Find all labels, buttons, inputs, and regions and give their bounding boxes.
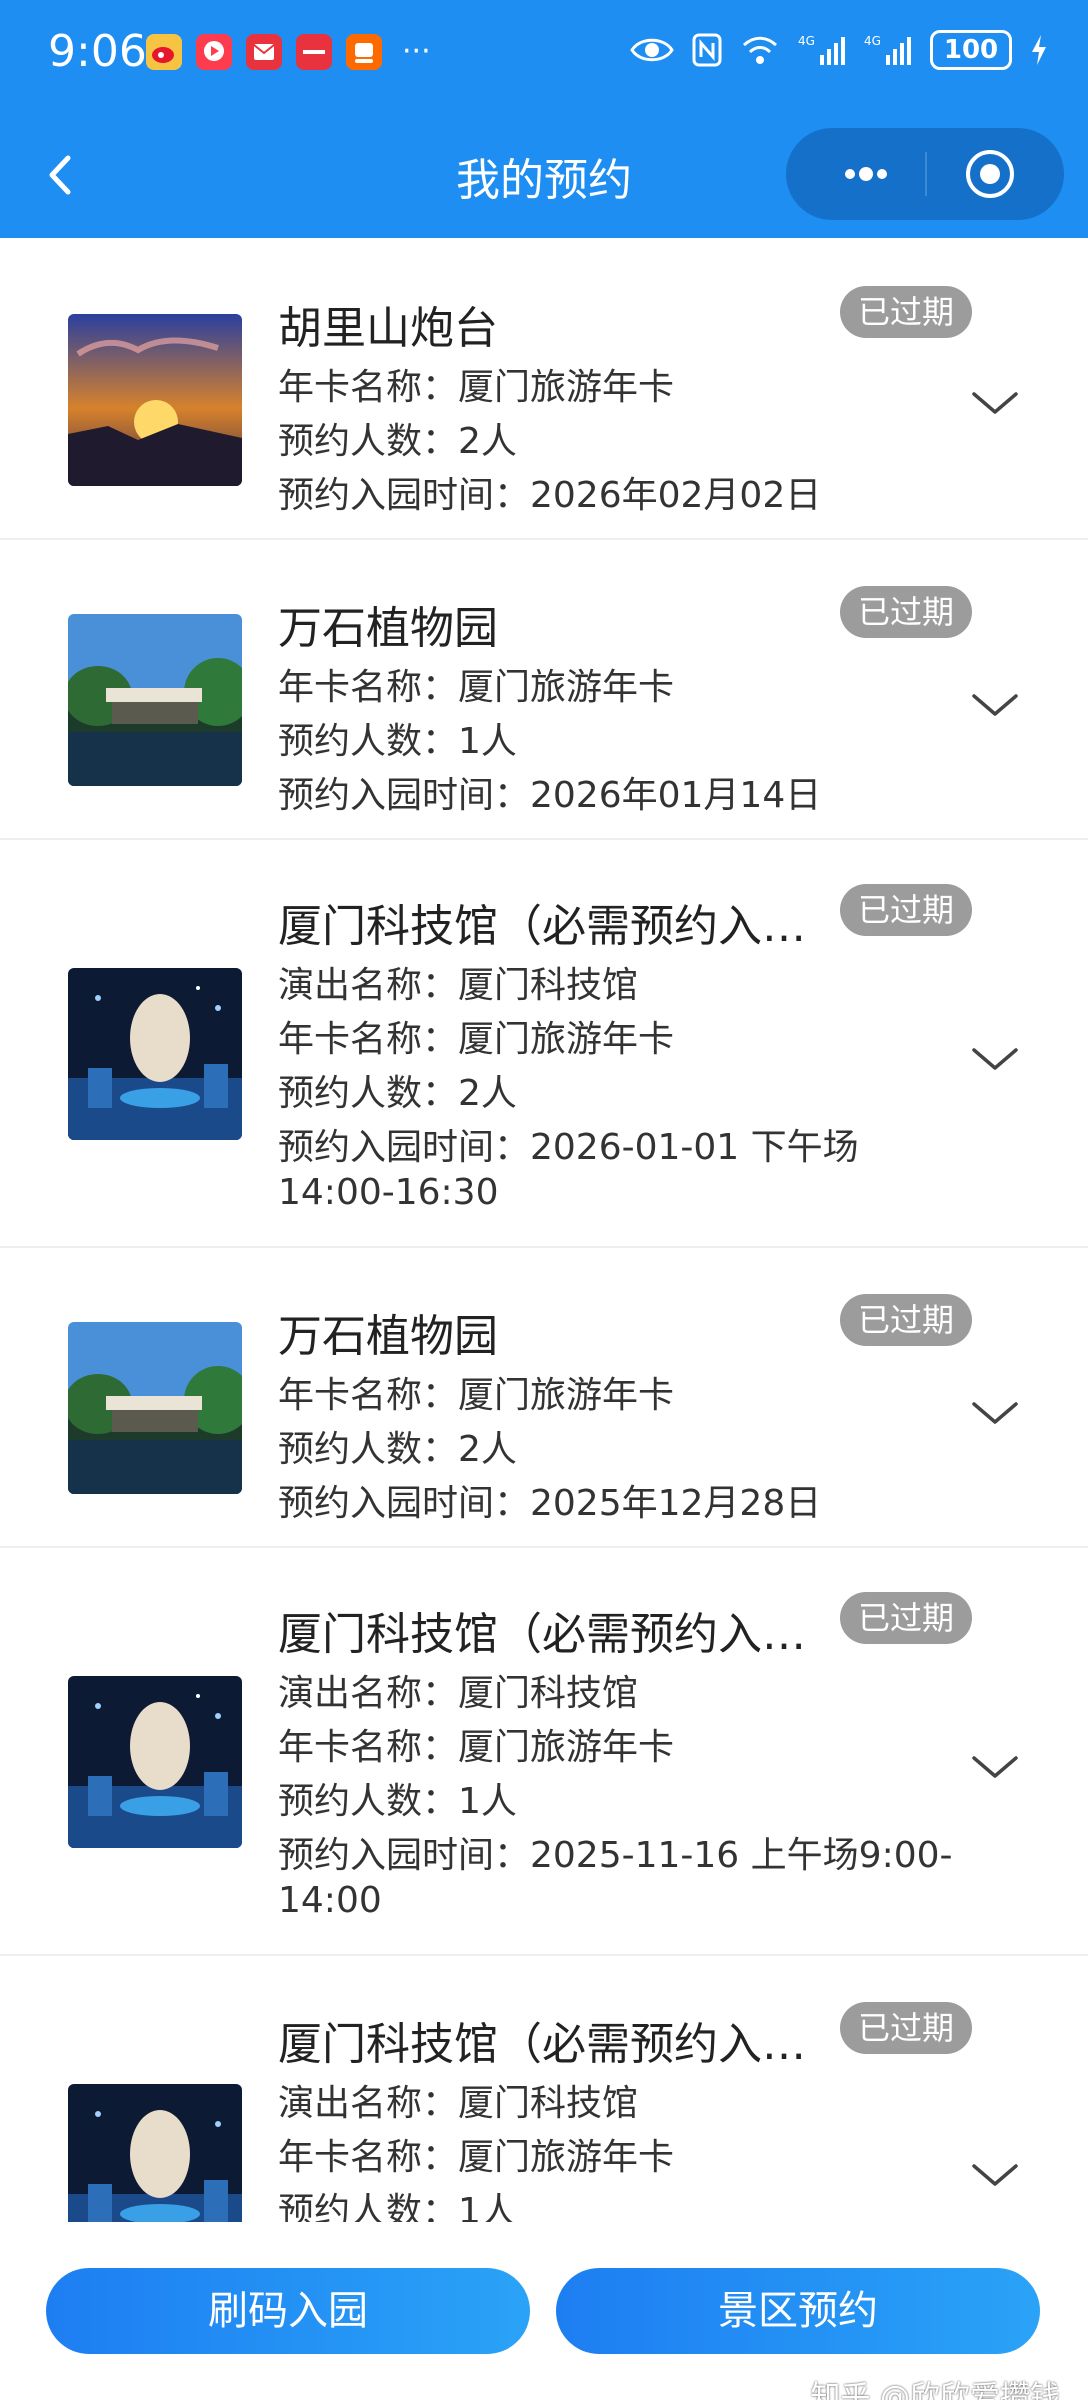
4g-signal-icon: 4G	[864, 34, 911, 65]
charging-icon	[1032, 35, 1046, 65]
reservation-card[interactable]: 万石植物园 已过期 年卡名称：厦门旅游年卡 预约人数：1人 预约入园时间：202…	[0, 540, 1088, 840]
close-mini-program-button[interactable]	[964, 148, 1016, 200]
reservation-title: 厦门科技馆（必需预约入…	[278, 901, 806, 952]
chevron-down-icon[interactable]	[970, 2160, 1020, 2190]
battery-indicator: 100	[930, 30, 1012, 70]
reservation-detail: 年卡名称：厦门旅游年卡	[278, 2137, 675, 2178]
reservation-detail: 预约入园时间：2025-11-16 上午场9:00-	[278, 1835, 953, 1876]
expired-badge: 已过期	[840, 586, 972, 638]
reservation-card[interactable]: 厦门科技馆（必需预约入… 已过期 演出名称：厦门科技馆 年卡名称：厦门旅游年卡 …	[0, 1956, 1088, 2223]
reservation-title: 万石植物园	[278, 603, 498, 654]
reservation-detail: 预约人数：2人	[278, 421, 517, 462]
nfc-icon	[692, 33, 722, 67]
reservation-detail: 演出名称：厦门科技馆	[278, 2083, 639, 2124]
status-bar: 9:06 ··· 4G 4G 100	[0, 0, 1088, 110]
4g-signal-icon: 4G	[798, 34, 845, 65]
chevron-down-icon[interactable]	[970, 1044, 1020, 1074]
reservation-detail: 预约入园时间：2026-01-01 下午场	[278, 1127, 859, 1168]
reservation-detail: 年卡名称：厦门旅游年卡	[278, 1375, 675, 1416]
chevron-down-icon[interactable]	[970, 388, 1020, 418]
top-bar: 9:06 ··· 4G 4G 100 我的预约	[0, 0, 1088, 238]
scenic-thumbnail	[68, 968, 242, 1140]
reservation-detail: 14:00-16:30	[278, 1172, 499, 1213]
expired-badge: 已过期	[840, 1294, 972, 1346]
chevron-down-icon[interactable]	[970, 690, 1020, 720]
scenic-thumbnail	[68, 2084, 242, 2223]
more-button[interactable]	[826, 148, 906, 200]
reservation-detail: 年卡名称：厦门旅游年卡	[278, 667, 675, 708]
huawei-app-icon	[296, 34, 332, 70]
reservation-detail: 14:00	[278, 1880, 382, 1921]
reservation-detail: 年卡名称：厦门旅游年卡	[278, 367, 675, 408]
bottom-action-bar: 刷码入园 景区预约 知乎 @欣欣爱攒钱	[0, 2222, 1088, 2400]
watermark: 知乎 @欣欣爱攒钱	[810, 2380, 1060, 2400]
svg-text:4G: 4G	[798, 34, 815, 48]
video-app-icon	[196, 34, 232, 70]
reservation-card[interactable]: 厦门科技馆（必需预约入… 已过期 演出名称：厦门科技馆 年卡名称：厦门旅游年卡 …	[0, 840, 1088, 1248]
reservation-title: 厦门科技馆（必需预约入…	[278, 2019, 806, 2070]
reservation-detail: 预约人数：1人	[278, 721, 517, 762]
status-time: 9:06	[48, 26, 147, 77]
target-icon	[966, 150, 1014, 198]
more-dots-icon	[845, 167, 887, 181]
reservation-detail: 演出名称：厦门科技馆	[278, 965, 639, 1006]
expired-badge: 已过期	[840, 286, 972, 338]
reservation-detail: 演出名称：厦门科技馆	[278, 1673, 639, 1714]
reservation-detail: 预约入园时间：2026年01月14日	[278, 775, 822, 816]
reservation-detail: 年卡名称：厦门旅游年卡	[278, 1727, 675, 1768]
reservations-page: 9:06 ··· 4G 4G 100 我的预约 胡里山炮台 已过期 年卡名称：厦…	[0, 0, 1088, 2400]
navigation-bar: 我的预约	[0, 110, 1088, 238]
expired-badge: 已过期	[840, 2002, 972, 2054]
scenic-thumbnail	[68, 314, 242, 486]
taobao-app-icon	[346, 34, 382, 70]
reservation-card[interactable]: 胡里山炮台 已过期 年卡名称：厦门旅游年卡 预约人数：2人 预约入园时间：202…	[0, 238, 1088, 540]
svg-text:4G: 4G	[864, 34, 881, 48]
status-indicators: 4G 4G 100	[630, 30, 1048, 70]
expired-badge: 已过期	[840, 884, 972, 936]
expired-badge: 已过期	[840, 1592, 972, 1644]
reservation-title: 胡里山炮台	[278, 303, 498, 354]
reservation-detail: 预约入园时间：2025年12月28日	[278, 1483, 822, 1524]
reservation-detail: 预约人数：2人	[278, 1073, 517, 1114]
scan-entry-button[interactable]: 刷码入园	[46, 2268, 530, 2354]
mini-program-capsule	[786, 128, 1064, 220]
reservation-card[interactable]: 万石植物园 已过期 年卡名称：厦门旅游年卡 预约人数：2人 预约入园时间：202…	[0, 1248, 1088, 1548]
eye-icon	[630, 38, 674, 62]
reservation-detail: 预约人数：2人	[278, 1429, 517, 1470]
reservation-detail: 年卡名称：厦门旅游年卡	[278, 1019, 675, 1060]
weibo-app-icon	[146, 34, 182, 70]
status-app-icons: ···	[146, 34, 431, 70]
scenic-thumbnail	[68, 1676, 242, 1848]
capsule-divider	[925, 152, 927, 196]
scenic-reservation-button[interactable]: 景区预约	[556, 2268, 1040, 2354]
scenic-thumbnail	[68, 1322, 242, 1494]
reservation-list: 胡里山炮台 已过期 年卡名称：厦门旅游年卡 预约人数：2人 预约入园时间：202…	[0, 238, 1088, 2223]
chevron-down-icon[interactable]	[970, 1398, 1020, 1428]
wifi-icon	[742, 36, 778, 64]
reservation-title: 万石植物园	[278, 1311, 498, 1362]
mail-app-icon	[246, 34, 282, 70]
reservation-title: 厦门科技馆（必需预约入…	[278, 1609, 806, 1660]
scenic-thumbnail	[68, 614, 242, 786]
more-notifications: ···	[402, 34, 431, 69]
chevron-down-icon[interactable]	[970, 1752, 1020, 1782]
reservation-detail: 预约人数：1人	[278, 2191, 517, 2223]
reservation-detail: 预约人数：1人	[278, 1781, 517, 1822]
reservation-card[interactable]: 厦门科技馆（必需预约入… 已过期 演出名称：厦门科技馆 年卡名称：厦门旅游年卡 …	[0, 1548, 1088, 1956]
reservation-detail: 预约入园时间：2026年02月02日	[278, 475, 822, 516]
